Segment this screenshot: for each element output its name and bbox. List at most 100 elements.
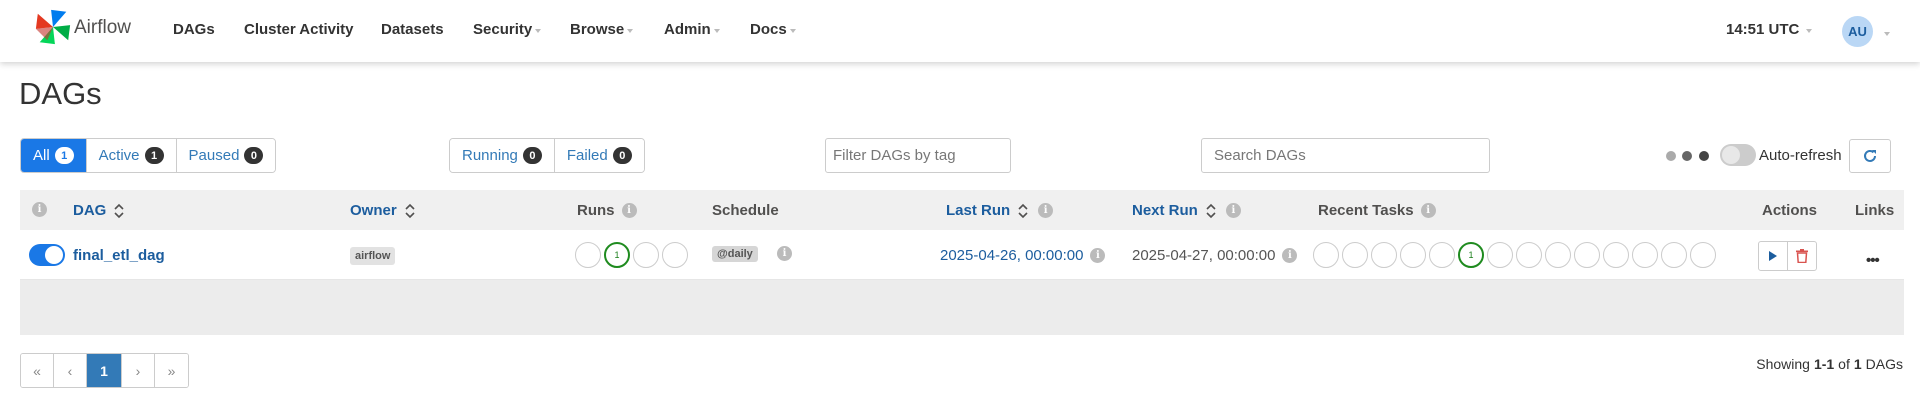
page-prev-button[interactable]: ‹ [54, 354, 87, 387]
page-last-button[interactable]: » [155, 354, 188, 387]
col-schedule-header: Schedule [712, 202, 779, 219]
info-icon[interactable]: i [1038, 203, 1054, 218]
sort-icon [114, 203, 124, 218]
task-state-circle[interactable] [1342, 242, 1368, 268]
links-menu-button[interactable]: ••• [1866, 252, 1880, 269]
task-state-circle[interactable] [1429, 242, 1455, 268]
filter-running-count-badge: 0 [522, 147, 542, 164]
run-state-circle[interactable] [633, 242, 659, 268]
pagination: « ‹ 1 › » [20, 353, 189, 388]
chevron-down-icon[interactable] [1884, 32, 1890, 36]
filter-active-button[interactable]: Active 1 [86, 139, 177, 172]
col-owner-label: Owner [350, 202, 397, 219]
nav-datasets[interactable]: Datasets [381, 21, 444, 38]
tag-filter-input[interactable] [825, 138, 1011, 173]
dag-id-link[interactable]: final_etl_dag [73, 247, 165, 264]
filter-paused-button[interactable]: Paused 0 [176, 139, 276, 172]
filter-running-button[interactable]: Running 0 [450, 139, 555, 172]
run-state-circle[interactable] [662, 242, 688, 268]
chevron-down-icon [535, 28, 542, 33]
task-state-success-circle[interactable]: 1 [1458, 242, 1484, 268]
next-run-value: 2025-04-27, 00:00:00 [1132, 247, 1276, 264]
nav-admin-label: Admin [664, 21, 711, 38]
filter-failed-button[interactable]: Failed 0 [554, 139, 644, 172]
nav-cluster-activity-label: Cluster Activity [244, 21, 354, 38]
nav-admin-dropdown[interactable]: Admin [664, 21, 720, 38]
auto-refresh-label: Auto-refresh [1759, 147, 1842, 164]
filter-all-count-badge: 1 [54, 147, 74, 164]
filter-active-count-badge: 1 [144, 147, 164, 164]
next-run-cell: 2025-04-27, 00:00:00 i [1132, 247, 1298, 264]
task-state-circle[interactable] [1545, 242, 1571, 268]
page-title: DAGs [19, 76, 102, 111]
filter-paused-count-badge: 0 [244, 147, 264, 164]
info-icon[interactable]: i [1225, 203, 1241, 218]
trash-icon [1796, 249, 1808, 263]
col-links-label: Links [1855, 202, 1895, 219]
refresh-button[interactable] [1849, 139, 1891, 173]
chevron-down-icon [789, 28, 796, 33]
brand-name[interactable]: Airflow [74, 17, 131, 39]
task-state-circle[interactable] [1690, 242, 1716, 268]
task-state-circle[interactable] [1603, 242, 1629, 268]
nav-docs-dropdown[interactable]: Docs [750, 21, 796, 38]
col-last-run-header[interactable]: Last Run i [946, 202, 1054, 219]
col-actions-label: Actions [1762, 202, 1818, 219]
filter-running-label: Running [462, 147, 518, 164]
col-runs-label: Runs [577, 202, 615, 219]
schedule-badge[interactable]: @daily [712, 246, 758, 262]
task-state-circle[interactable] [1371, 242, 1397, 268]
last-run-cell[interactable]: 2025-04-26, 00:00:00 i [940, 247, 1106, 264]
col-recent-tasks-label: Recent Tasks [1318, 202, 1414, 219]
delete-dag-button[interactable] [1787, 241, 1817, 271]
info-icon[interactable]: i [621, 203, 637, 218]
page-next-button[interactable]: › [122, 354, 155, 387]
page-current-button[interactable]: 1 [87, 354, 122, 387]
filter-failed-count-badge: 0 [612, 147, 632, 164]
info-icon[interactable]: i [1090, 248, 1106, 263]
task-state-circle[interactable] [1516, 242, 1542, 268]
nav-browse-dropdown[interactable]: Browse [570, 21, 634, 38]
col-next-run-header[interactable]: Next Run i [1132, 202, 1241, 219]
nav-cluster-activity[interactable]: Cluster Activity [244, 21, 353, 38]
run-state-circle[interactable] [575, 242, 601, 268]
nav-security-dropdown[interactable]: Security [473, 21, 542, 38]
nav-dags[interactable]: DAGs [173, 21, 215, 38]
task-state-circle[interactable] [1661, 242, 1687, 268]
filter-all-button[interactable]: All 1 [21, 139, 87, 172]
task-state-circle[interactable] [1313, 242, 1339, 268]
col-owner-header[interactable]: Owner [350, 202, 415, 219]
dag-table-header: i DAG Owner Runs i Schedule Last Run i N… [20, 190, 1904, 230]
col-last-run-label: Last Run [946, 202, 1011, 219]
task-state-circle[interactable] [1400, 242, 1426, 268]
refresh-icon [1864, 149, 1876, 162]
filter-failed-label: Failed [566, 147, 608, 164]
trigger-dag-button[interactable] [1758, 241, 1788, 271]
info-icon[interactable]: i [32, 202, 47, 217]
last-run-link: 2025-04-26, 00:00:00 [940, 247, 1084, 264]
results-prefix: Showing [1756, 356, 1810, 372]
nav-dags-label: DAGs [173, 21, 215, 38]
col-schedule-label: Schedule [712, 202, 779, 219]
loading-dot-icon [1699, 151, 1709, 161]
user-avatar[interactable]: AU [1842, 16, 1873, 47]
dag-pause-toggle[interactable] [29, 244, 65, 266]
chevron-down-icon [627, 28, 634, 33]
auto-refresh-toggle[interactable] [1720, 144, 1756, 166]
results-range: 1-1 [1813, 356, 1835, 372]
page-first-button[interactable]: « [21, 354, 54, 387]
chevron-down-icon [1806, 28, 1813, 33]
info-icon[interactable]: i [1282, 248, 1298, 263]
airflow-logo-icon[interactable] [34, 8, 72, 46]
info-icon[interactable]: i [777, 246, 792, 261]
task-state-circle[interactable] [1574, 242, 1600, 268]
task-state-circle[interactable] [1632, 242, 1658, 268]
results-summary: Showing 1-1 of 1 DAGs [1756, 356, 1903, 372]
task-state-circle[interactable] [1487, 242, 1513, 268]
clock-dropdown[interactable]: 14:51 UTC [1726, 21, 1813, 38]
owner-badge[interactable]: airflow [350, 247, 396, 265]
col-dag-header[interactable]: DAG [73, 202, 124, 219]
info-icon[interactable]: i [1420, 203, 1436, 218]
search-dags-input[interactable] [1201, 138, 1490, 173]
run-state-success-circle[interactable]: 1 [604, 242, 630, 268]
